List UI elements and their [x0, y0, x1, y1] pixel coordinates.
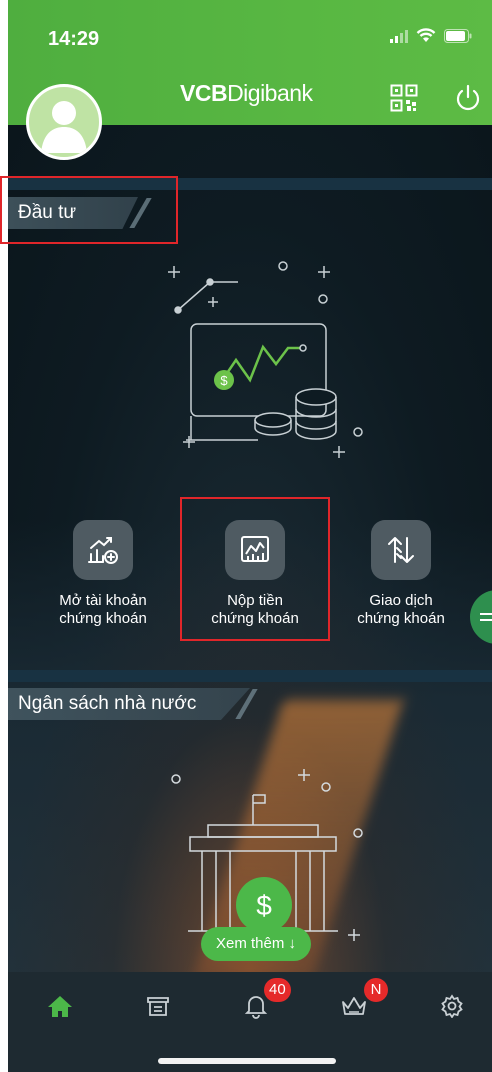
menu-lines-icon [480, 613, 492, 621]
highlight-box-invest [0, 176, 178, 244]
qr-code-icon[interactable] [390, 84, 418, 112]
state-treasury-illustration: $ [171, 769, 363, 941]
notification-count-badge: 40 [264, 978, 291, 1002]
wifi-icon [416, 28, 436, 42]
svg-text:$: $ [220, 373, 228, 388]
rewards-new-badge: N [364, 978, 388, 1002]
app-brand-title: VCBDigibank [180, 80, 313, 106]
highlight-box-deposit [180, 497, 330, 641]
nav-home[interactable] [40, 986, 80, 1026]
nav-settings[interactable] [432, 986, 472, 1026]
section-title-state-budget: Ngân sách nhà nước [8, 688, 250, 720]
exchange-arrows-icon [388, 537, 414, 563]
user-avatar[interactable] [26, 84, 102, 160]
investment-illustration: $ [168, 261, 363, 458]
open-account-icon [88, 537, 118, 564]
status-icons [390, 28, 472, 43]
user-silhouette-icon [41, 101, 87, 153]
home-icon [48, 996, 72, 1017]
section-divider [8, 670, 492, 682]
status-time: 14:29 [48, 28, 100, 50]
power-icon[interactable] [454, 84, 482, 112]
nav-shop[interactable] [138, 986, 178, 1026]
signal-icon [390, 29, 408, 43]
shop-icon [147, 997, 169, 1016]
settings-icon [441, 994, 463, 1018]
crown-icon [342, 997, 366, 1015]
securities-trading-button[interactable]: Giao dịch chứng khoán [326, 520, 476, 628]
open-securities-account-button[interactable]: Mở tài khoản chứng khoán [28, 520, 178, 628]
bell-icon [244, 996, 268, 1019]
battery-icon [444, 28, 472, 43]
home-indicator [158, 1058, 336, 1064]
bottom-navigation: 40 N [8, 972, 492, 1072]
see-more-button[interactable]: Xem thêm ↓ [201, 927, 311, 961]
svg-text:$: $ [256, 890, 272, 921]
